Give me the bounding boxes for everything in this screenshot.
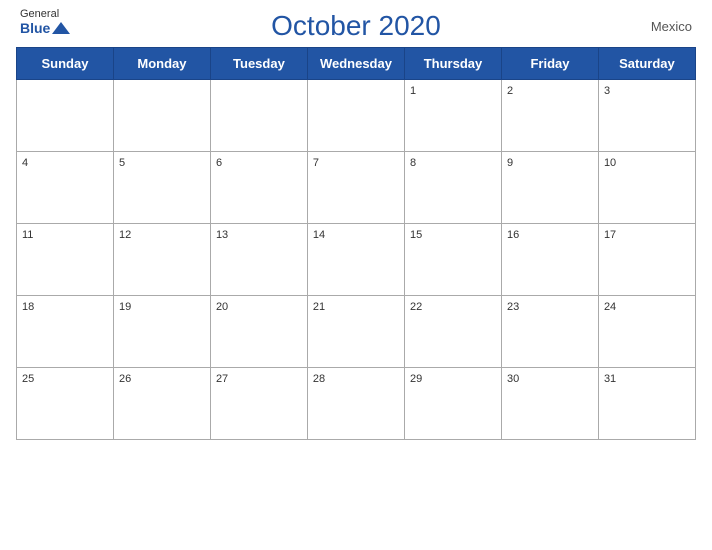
calendar-cell: 30 [502, 368, 599, 440]
day-number: 1 [410, 85, 416, 97]
day-number: 7 [313, 157, 319, 169]
calendar-cell: 8 [404, 152, 501, 224]
calendar-cell: 29 [404, 368, 501, 440]
calendar-cell: 17 [598, 224, 695, 296]
calendar-cell [307, 80, 404, 152]
day-number: 20 [216, 301, 228, 313]
day-number: 4 [22, 157, 28, 169]
calendar-week-1: 1 2 3 [17, 80, 696, 152]
calendar-cell: 4 [17, 152, 114, 224]
calendar-week-5: 25 26 27 28 29 30 31 [17, 368, 696, 440]
calendar-cell: 1 [404, 80, 501, 152]
calendar-cell: 5 [113, 152, 210, 224]
day-number: 19 [119, 301, 131, 313]
day-number: 15 [410, 229, 422, 241]
day-number: 17 [604, 229, 616, 241]
calendar-cell: 28 [307, 368, 404, 440]
day-number: 9 [507, 157, 513, 169]
calendar-cell: 3 [598, 80, 695, 152]
day-number: 6 [216, 157, 222, 169]
day-number: 31 [604, 373, 616, 385]
calendar-cell: 15 [404, 224, 501, 296]
day-number: 23 [507, 301, 519, 313]
calendar-cell: 27 [210, 368, 307, 440]
day-number: 8 [410, 157, 416, 169]
day-number: 18 [22, 301, 34, 313]
weekday-header-row: SundayMondayTuesdayWednesdayThursdayFrid… [17, 48, 696, 80]
calendar-cell: 10 [598, 152, 695, 224]
day-number: 3 [604, 85, 610, 97]
weekday-header-monday: Monday [113, 48, 210, 80]
logo-blue: Blue [20, 21, 50, 36]
calendar-cell: 6 [210, 152, 307, 224]
country-label: Mexico [651, 19, 692, 34]
day-number: 12 [119, 229, 131, 241]
calendar-cell: 13 [210, 224, 307, 296]
calendar-cell: 25 [17, 368, 114, 440]
calendar-cell [17, 80, 114, 152]
calendar-cell: 11 [17, 224, 114, 296]
weekday-header-sunday: Sunday [17, 48, 114, 80]
calendar-cell: 22 [404, 296, 501, 368]
weekday-header-tuesday: Tuesday [210, 48, 307, 80]
day-number: 30 [507, 373, 519, 385]
day-number: 5 [119, 157, 125, 169]
calendar-cell: 14 [307, 224, 404, 296]
calendar-cell: 2 [502, 80, 599, 152]
logo: General Blue [20, 8, 70, 38]
calendar-cell: 9 [502, 152, 599, 224]
calendar-cell: 16 [502, 224, 599, 296]
weekday-header-thursday: Thursday [404, 48, 501, 80]
day-number: 2 [507, 85, 513, 97]
day-number: 14 [313, 229, 325, 241]
day-number: 25 [22, 373, 34, 385]
weekday-header-friday: Friday [502, 48, 599, 80]
calendar-cell: 31 [598, 368, 695, 440]
calendar-cell: 19 [113, 296, 210, 368]
day-number: 10 [604, 157, 616, 169]
day-number: 28 [313, 373, 325, 385]
calendar-cell: 26 [113, 368, 210, 440]
logo-bird-icon [52, 20, 70, 38]
calendar-cell [210, 80, 307, 152]
calendar-table: SundayMondayTuesdayWednesdayThursdayFrid… [16, 47, 696, 440]
calendar-cell: 21 [307, 296, 404, 368]
calendar-cell: 7 [307, 152, 404, 224]
calendar-cell: 12 [113, 224, 210, 296]
day-number: 11 [22, 229, 33, 241]
day-number: 21 [313, 301, 325, 313]
calendar-week-4: 18 19 20 21 22 23 24 [17, 296, 696, 368]
day-number: 27 [216, 373, 228, 385]
logo-general: General [20, 8, 59, 20]
calendar-week-3: 11 12 13 14 15 16 17 [17, 224, 696, 296]
calendar-cell: 20 [210, 296, 307, 368]
day-number: 29 [410, 373, 422, 385]
day-number: 24 [604, 301, 616, 313]
calendar-title: October 2020 [271, 10, 441, 42]
day-number: 13 [216, 229, 228, 241]
calendar-header: General Blue October 2020 Mexico [0, 0, 712, 47]
calendar-cell: 18 [17, 296, 114, 368]
calendar-week-2: 4 5 6 7 8 9 10 [17, 152, 696, 224]
day-number: 22 [410, 301, 422, 313]
calendar-cell: 23 [502, 296, 599, 368]
day-number: 26 [119, 373, 131, 385]
weekday-header-wednesday: Wednesday [307, 48, 404, 80]
calendar-cell [113, 80, 210, 152]
weekday-header-saturday: Saturday [598, 48, 695, 80]
day-number: 16 [507, 229, 519, 241]
calendar-cell: 24 [598, 296, 695, 368]
